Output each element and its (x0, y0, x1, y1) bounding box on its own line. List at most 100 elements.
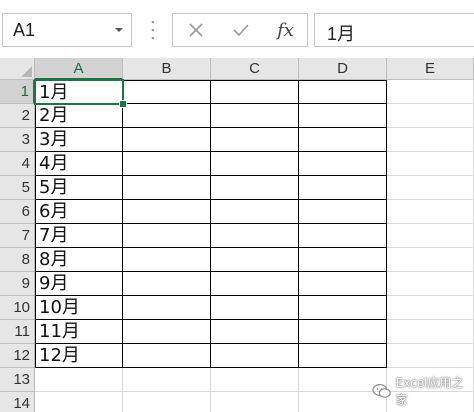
cell-a2[interactable]: 2月 (35, 104, 123, 128)
column-header-a[interactable]: A (35, 58, 123, 80)
cell-b10[interactable] (123, 296, 211, 320)
cell-a11[interactable]: 11月 (35, 320, 123, 344)
cell-d8[interactable] (299, 248, 387, 272)
cell-e10[interactable] (387, 296, 474, 320)
formula-input[interactable]: 1月 (314, 13, 474, 47)
cell-b12[interactable] (123, 344, 211, 368)
column-header-d[interactable]: D (299, 58, 387, 80)
cell-c2[interactable] (211, 104, 299, 128)
cell-d6[interactable] (299, 200, 387, 224)
row-header-6[interactable]: 6 (0, 200, 35, 224)
cell-e11[interactable] (387, 320, 474, 344)
name-box[interactable]: A1 (2, 13, 132, 47)
cell-c9[interactable] (211, 272, 299, 296)
cell-a14[interactable] (35, 392, 123, 412)
function-icon: fx (277, 19, 294, 41)
column-header-b[interactable]: B (123, 58, 211, 80)
cell-d5[interactable] (299, 176, 387, 200)
insert-function-button[interactable]: fx (263, 14, 308, 46)
cell-c13[interactable] (211, 368, 299, 392)
cell-e7[interactable] (387, 224, 474, 248)
column-header-c[interactable]: C (211, 58, 299, 80)
cell-a3[interactable]: 3月 (35, 128, 123, 152)
cell-d10[interactable] (299, 296, 387, 320)
cell-a8[interactable]: 8月 (35, 248, 123, 272)
cell-value: 9月 (39, 273, 69, 294)
row-header-13[interactable]: 13 (0, 368, 35, 392)
wechat-icon (372, 384, 391, 398)
cell-b9[interactable] (123, 272, 211, 296)
cell-b14[interactable] (123, 392, 211, 412)
column-header-e[interactable]: E (387, 58, 474, 80)
cell-d12[interactable] (299, 344, 387, 368)
cell-d11[interactable] (299, 320, 387, 344)
cell-c3[interactable] (211, 128, 299, 152)
select-all-button[interactable] (0, 58, 35, 80)
cell-e4[interactable] (387, 152, 474, 176)
row-header-11[interactable]: 11 (0, 320, 35, 344)
row-header-9[interactable]: 9 (0, 272, 35, 296)
cell-c8[interactable] (211, 248, 299, 272)
cell-a7[interactable]: 7月 (35, 224, 123, 248)
cell-b4[interactable] (123, 152, 211, 176)
cell-e12[interactable] (387, 344, 474, 368)
cell-a13[interactable] (35, 368, 123, 392)
cell-c5[interactable] (211, 176, 299, 200)
cell-c4[interactable] (211, 152, 299, 176)
row-header-2[interactable]: 2 (0, 104, 35, 128)
cell-a12[interactable]: 12月 (35, 344, 123, 368)
cell-a6[interactable]: 6月 (35, 200, 123, 224)
cell-d1[interactable] (299, 80, 387, 104)
cell-e5[interactable] (387, 176, 474, 200)
cell-d7[interactable] (299, 224, 387, 248)
cell-d9[interactable] (299, 272, 387, 296)
row-header-12[interactable]: 12 (0, 344, 35, 368)
cell-b8[interactable] (123, 248, 211, 272)
cell-b1[interactable] (123, 80, 211, 104)
cell-d3[interactable] (299, 128, 387, 152)
row-header-3[interactable]: 3 (0, 128, 35, 152)
cell-e6[interactable] (387, 200, 474, 224)
cell-a10[interactable]: 10月 (35, 296, 123, 320)
row-header-5[interactable]: 5 (0, 176, 35, 200)
row-header-7[interactable]: 7 (0, 224, 35, 248)
cell-c11[interactable] (211, 320, 299, 344)
cell-e1[interactable] (387, 80, 474, 104)
cell-e3[interactable] (387, 128, 474, 152)
cell-a4[interactable]: 4月 (35, 152, 123, 176)
cell-b5[interactable] (123, 176, 211, 200)
cell-e2[interactable] (387, 104, 474, 128)
cell-e8[interactable] (387, 248, 474, 272)
row-header-10[interactable]: 10 (0, 296, 35, 320)
cell-b13[interactable] (123, 368, 211, 392)
row-header-4[interactable]: 4 (0, 152, 35, 176)
row-header-14[interactable]: 14 (0, 392, 35, 412)
cell-d2[interactable] (299, 104, 387, 128)
cell-a9[interactable]: 9月 (35, 272, 123, 296)
cell-c6[interactable] (211, 200, 299, 224)
cell-b2[interactable] (123, 104, 211, 128)
cell-b7[interactable] (123, 224, 211, 248)
cell-c10[interactable] (211, 296, 299, 320)
cell-value: 5月 (39, 177, 69, 198)
fill-handle[interactable] (119, 100, 127, 108)
cell-a1[interactable]: 1月 (35, 80, 123, 104)
cell-c14[interactable] (211, 392, 299, 412)
cancel-button[interactable] (173, 14, 218, 46)
cell-c7[interactable] (211, 224, 299, 248)
cell-b11[interactable] (123, 320, 211, 344)
cell-value: 3月 (39, 129, 69, 150)
cell-c1[interactable] (211, 80, 299, 104)
cell-d4[interactable] (299, 152, 387, 176)
resize-handle-icon[interactable] (150, 17, 156, 43)
cell-value: 7月 (39, 225, 69, 246)
cell-a5[interactable]: 5月 (35, 176, 123, 200)
row-header-8[interactable]: 8 (0, 248, 35, 272)
cell-b3[interactable] (123, 128, 211, 152)
chevron-down-icon[interactable] (113, 24, 125, 36)
enter-button[interactable] (218, 14, 263, 46)
row-header-1[interactable]: 1 (0, 80, 35, 104)
cell-c12[interactable] (211, 344, 299, 368)
cell-b6[interactable] (123, 200, 211, 224)
cell-e9[interactable] (387, 272, 474, 296)
